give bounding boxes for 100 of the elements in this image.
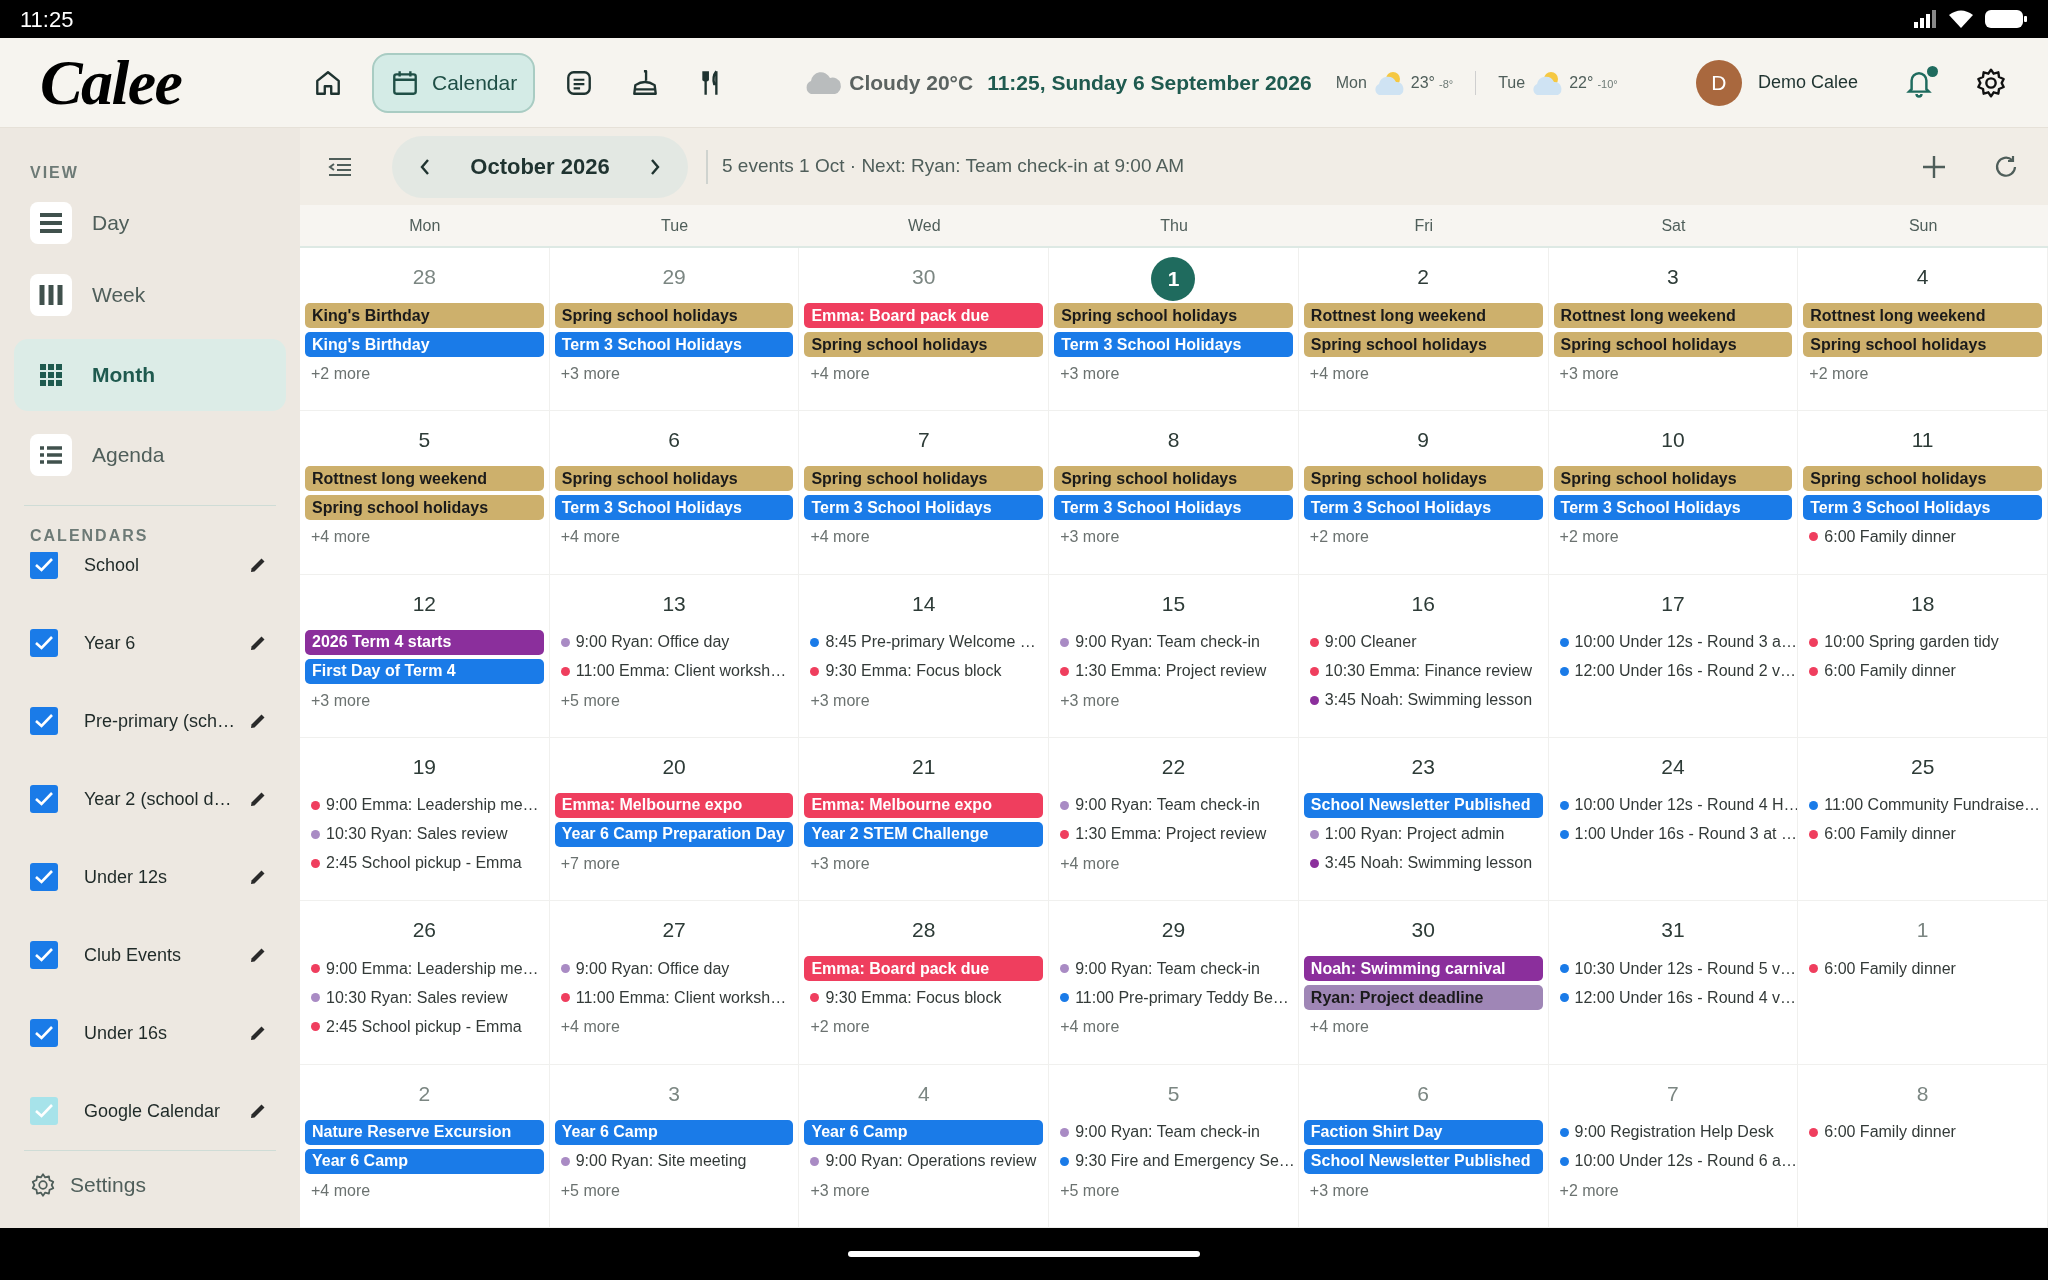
event-bar[interactable]: Spring school holidays xyxy=(554,466,794,492)
event-bar[interactable]: Term 3 School Holidays xyxy=(1054,495,1293,521)
more-events-link[interactable]: +2 more xyxy=(1809,362,1869,386)
more-events-link[interactable]: +5 more xyxy=(560,1178,620,1203)
more-events-link[interactable]: +4 more xyxy=(311,1178,371,1203)
event-title[interactable]: 9:00 Ryan: Team check-in xyxy=(1075,793,1260,818)
event-title[interactable]: 10:00 Under 12s - Round 3 a… xyxy=(1574,630,1797,655)
notifications-button[interactable] xyxy=(1904,65,1936,100)
day-number[interactable]: 31 xyxy=(1661,914,1685,945)
day-number[interactable]: 28 xyxy=(412,261,437,291)
event-bar[interactable]: Term 3 School Holidays xyxy=(554,332,794,357)
day-number[interactable]: 7 xyxy=(917,424,930,455)
more-events-link[interactable]: +4 more xyxy=(560,525,620,550)
event-bar[interactable]: Term 3 School Holidays xyxy=(1553,495,1793,521)
day-number[interactable]: 27 xyxy=(662,914,686,945)
more-events-link[interactable]: +3 more xyxy=(560,362,620,386)
day-number[interactable]: 8 xyxy=(1916,1077,1929,1108)
event-title[interactable]: 6:00 Family dinner xyxy=(1824,1120,1956,1145)
event-title[interactable]: 9:00 Ryan: Team check-in xyxy=(1075,1120,1260,1145)
event-bar[interactable]: Noah: Swimming carnival xyxy=(1303,956,1543,982)
event-title[interactable]: 10:00 Under 12s - Round 6 a… xyxy=(1574,1149,1797,1174)
event-bar[interactable]: School Newsletter Published xyxy=(1303,1148,1543,1174)
event-title[interactable]: 3:45 Noah: Swimming lesson xyxy=(1324,688,1533,713)
event-title[interactable]: 1:00 Under 16s - Round 3 at … xyxy=(1574,822,1797,847)
day-number[interactable]: 6 xyxy=(1417,1077,1430,1108)
calendar-checkbox[interactable] xyxy=(30,707,58,735)
event-title[interactable]: 9:00 Ryan: Team check-in xyxy=(1075,630,1260,655)
day-number[interactable]: 5 xyxy=(1167,1077,1180,1108)
day-number[interactable]: 21 xyxy=(912,751,936,781)
calendar-checkbox[interactable] xyxy=(30,863,58,891)
day-number[interactable]: 7 xyxy=(1667,1077,1679,1108)
event-title[interactable]: 9:00 Cleaner xyxy=(1324,630,1417,655)
more-events-link[interactable]: +7 more xyxy=(560,852,620,876)
day-number[interactable]: 12 xyxy=(412,587,437,618)
day-number[interactable]: 9 xyxy=(1417,424,1430,455)
more-events-link[interactable]: +3 more xyxy=(1060,525,1120,550)
view-option[interactable]: Month xyxy=(14,339,286,411)
more-events-link[interactable]: +2 more xyxy=(1559,525,1619,550)
more-events-link[interactable]: +4 more xyxy=(810,362,870,386)
event-bar[interactable]: Emma: Board pack due xyxy=(804,956,1044,982)
event-bar[interactable]: Spring school holidays xyxy=(305,495,544,521)
event-title[interactable]: 9:30 Emma: Focus block xyxy=(825,659,1002,684)
day-number[interactable]: 10 xyxy=(1661,424,1685,455)
event-bar[interactable]: Spring school holidays xyxy=(1054,303,1293,328)
event-bar[interactable]: Emma: Melbourne expo xyxy=(554,793,794,818)
event-title[interactable]: 12:00 Under 16s - Round 2 v… xyxy=(1574,659,1797,684)
event-bar[interactable]: Year 6 Camp xyxy=(804,1119,1044,1145)
more-events-link[interactable]: +3 more xyxy=(810,852,870,876)
event-title[interactable]: 11:00 Community Fundraise… xyxy=(1824,793,2041,818)
event-title[interactable]: 6:00 Family dinner xyxy=(1824,659,1956,684)
event-bar[interactable]: Spring school holidays xyxy=(804,466,1044,492)
event-bar[interactable]: Term 3 School Holidays xyxy=(1054,332,1293,357)
day-number[interactable]: 30 xyxy=(912,261,936,291)
event-bar[interactable]: Spring school holidays xyxy=(554,303,794,328)
settings-link[interactable]: Settings xyxy=(30,1169,286,1201)
day-number[interactable]: 20 xyxy=(662,751,686,781)
day-number[interactable]: 28 xyxy=(912,914,936,945)
day-number[interactable]: 14 xyxy=(912,587,936,618)
event-bar[interactable]: Emma: Melbourne expo xyxy=(804,793,1044,818)
event-bar[interactable]: Faction Shirt Day xyxy=(1303,1119,1543,1145)
calendar-checkbox[interactable] xyxy=(30,1097,58,1125)
day-number[interactable]: 15 xyxy=(1161,587,1186,618)
event-bar[interactable]: Term 3 School Holidays xyxy=(1803,495,2042,521)
event-bar[interactable]: Ryan: Project deadline xyxy=(1303,985,1543,1011)
event-bar[interactable]: Year 6 Camp Preparation Day xyxy=(554,822,794,847)
more-events-link[interactable]: +2 more xyxy=(810,1015,870,1040)
event-bar[interactable]: Nature Reserve Excursion xyxy=(305,1119,544,1145)
event-bar[interactable]: Spring school holidays xyxy=(1054,466,1293,492)
event-bar[interactable]: Year 6 Camp xyxy=(554,1119,794,1145)
day-number[interactable]: 25 xyxy=(1910,751,1935,781)
day-number[interactable]: 29 xyxy=(1161,914,1186,945)
more-events-link[interactable]: +4 more xyxy=(311,525,371,550)
event-title[interactable]: 2:45 School pickup - Emma xyxy=(326,1014,522,1039)
event-title[interactable]: 9:00 Ryan: Operations review xyxy=(825,1149,1037,1174)
view-option[interactable]: Day xyxy=(14,195,286,251)
day-number[interactable]: 16 xyxy=(1411,587,1435,618)
calendar-tab[interactable]: Calendar xyxy=(372,52,536,113)
event-title[interactable]: 3:45 Noah: Swimming lesson xyxy=(1324,851,1533,876)
more-events-link[interactable]: +4 more xyxy=(810,525,870,550)
day-number[interactable]: 5 xyxy=(418,424,431,455)
event-bar[interactable]: Spring school holidays xyxy=(1303,332,1543,357)
event-bar[interactable]: Rottnest long weekend xyxy=(1553,303,1793,328)
day-number[interactable]: 24 xyxy=(1661,751,1685,781)
event-title[interactable]: 10:30 Ryan: Sales review xyxy=(326,985,508,1010)
more-events-link[interactable]: +3 more xyxy=(1559,362,1619,386)
event-title[interactable]: 9:00 Ryan: Site meeting xyxy=(575,1149,747,1174)
event-title[interactable]: 10:00 Spring garden tidy xyxy=(1824,630,1999,655)
event-bar[interactable]: First Day of Term 4 xyxy=(305,658,544,684)
event-title[interactable]: 1:30 Emma: Project review xyxy=(1075,822,1267,847)
calendar-checkbox[interactable] xyxy=(30,785,58,813)
more-events-link[interactable]: +4 more xyxy=(1060,852,1120,876)
day-number[interactable]: 29 xyxy=(662,261,686,291)
event-title[interactable]: 9:00 Ryan: Office day xyxy=(575,956,730,981)
event-title[interactable]: 11:00 Emma: Client worksh… xyxy=(575,659,787,684)
event-bar[interactable]: Term 3 School Holidays xyxy=(554,495,794,521)
day-number[interactable]: 3 xyxy=(1667,261,1679,291)
event-bar[interactable]: Spring school holidays xyxy=(1803,466,2042,492)
event-bar[interactable]: Spring school holidays xyxy=(1553,332,1793,357)
day-number[interactable]: 3 xyxy=(668,1077,680,1108)
day-number[interactable]: 18 xyxy=(1910,587,1935,618)
